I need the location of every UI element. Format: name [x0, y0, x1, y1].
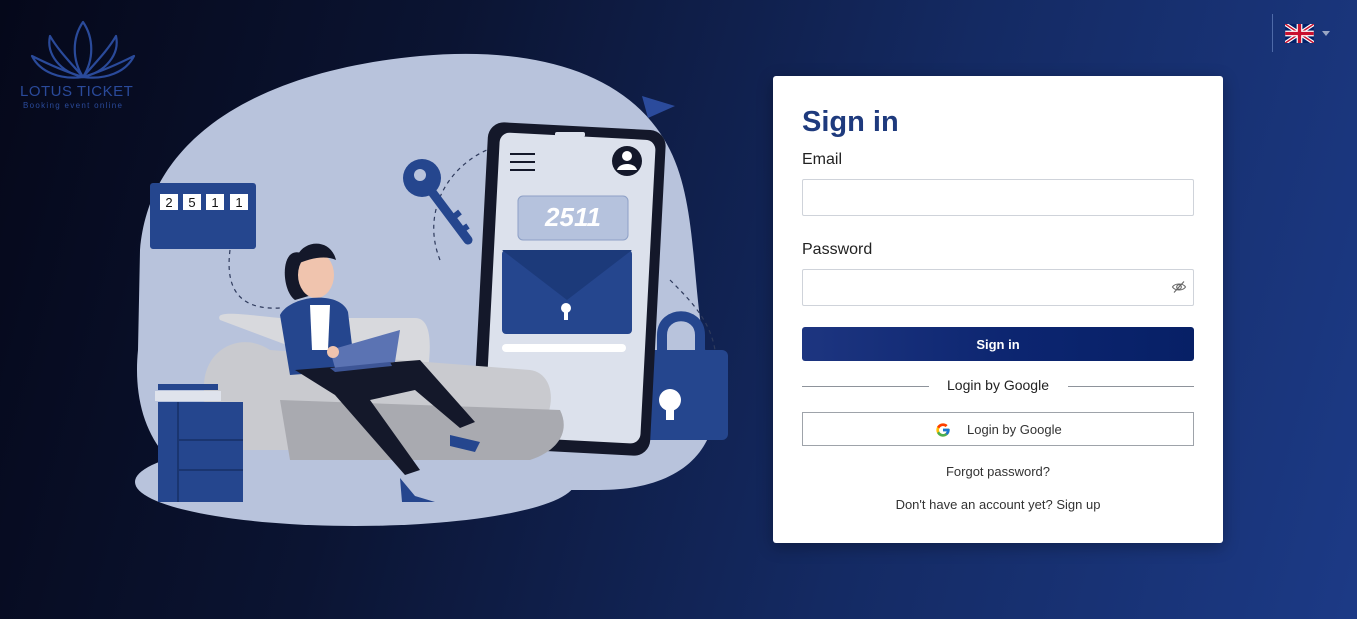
- eye-slash-icon[interactable]: [1171, 279, 1187, 295]
- pin-digit: 2: [165, 195, 172, 210]
- password-label: Password: [802, 241, 873, 258]
- signin-button[interactable]: Sign in: [802, 327, 1194, 361]
- google-divider: Login by Google: [802, 376, 1194, 396]
- signup-link[interactable]: Sign up: [1056, 497, 1100, 512]
- signin-title: Sign in: [802, 106, 899, 138]
- uk-flag-icon: [1285, 24, 1314, 43]
- email-input[interactable]: [802, 179, 1194, 216]
- language-selector[interactable]: [1272, 14, 1335, 52]
- password-input[interactable]: [802, 269, 1194, 306]
- google-login-button[interactable]: Login by Google: [802, 412, 1194, 446]
- phone-code: 2511: [544, 202, 601, 232]
- forgot-password-link[interactable]: Forgot password?: [773, 464, 1223, 479]
- pin-digit: 1: [235, 195, 242, 210]
- pin-digit: 1: [211, 195, 218, 210]
- google-icon: [936, 423, 950, 437]
- logo-title: LOTUS TICKET: [20, 83, 134, 100]
- google-login-label: Login by Google: [967, 422, 1062, 437]
- divider-text: Login by Google: [947, 377, 1049, 393]
- pin-digit: 5: [188, 195, 195, 210]
- signin-card: Sign in Email Password Sign in Login by …: [773, 76, 1223, 543]
- email-label: Email: [802, 151, 843, 168]
- login-illustration: 2 5 1 1 2511: [135, 53, 728, 526]
- caret-down-icon: [1322, 31, 1330, 36]
- no-account-text: Don't have an account yet?: [895, 497, 1053, 512]
- signup-prompt: Don't have an account yet? Sign up: [773, 497, 1223, 512]
- divider-line-right: [1068, 386, 1194, 387]
- logo-subtitle: Booking event online: [23, 101, 124, 110]
